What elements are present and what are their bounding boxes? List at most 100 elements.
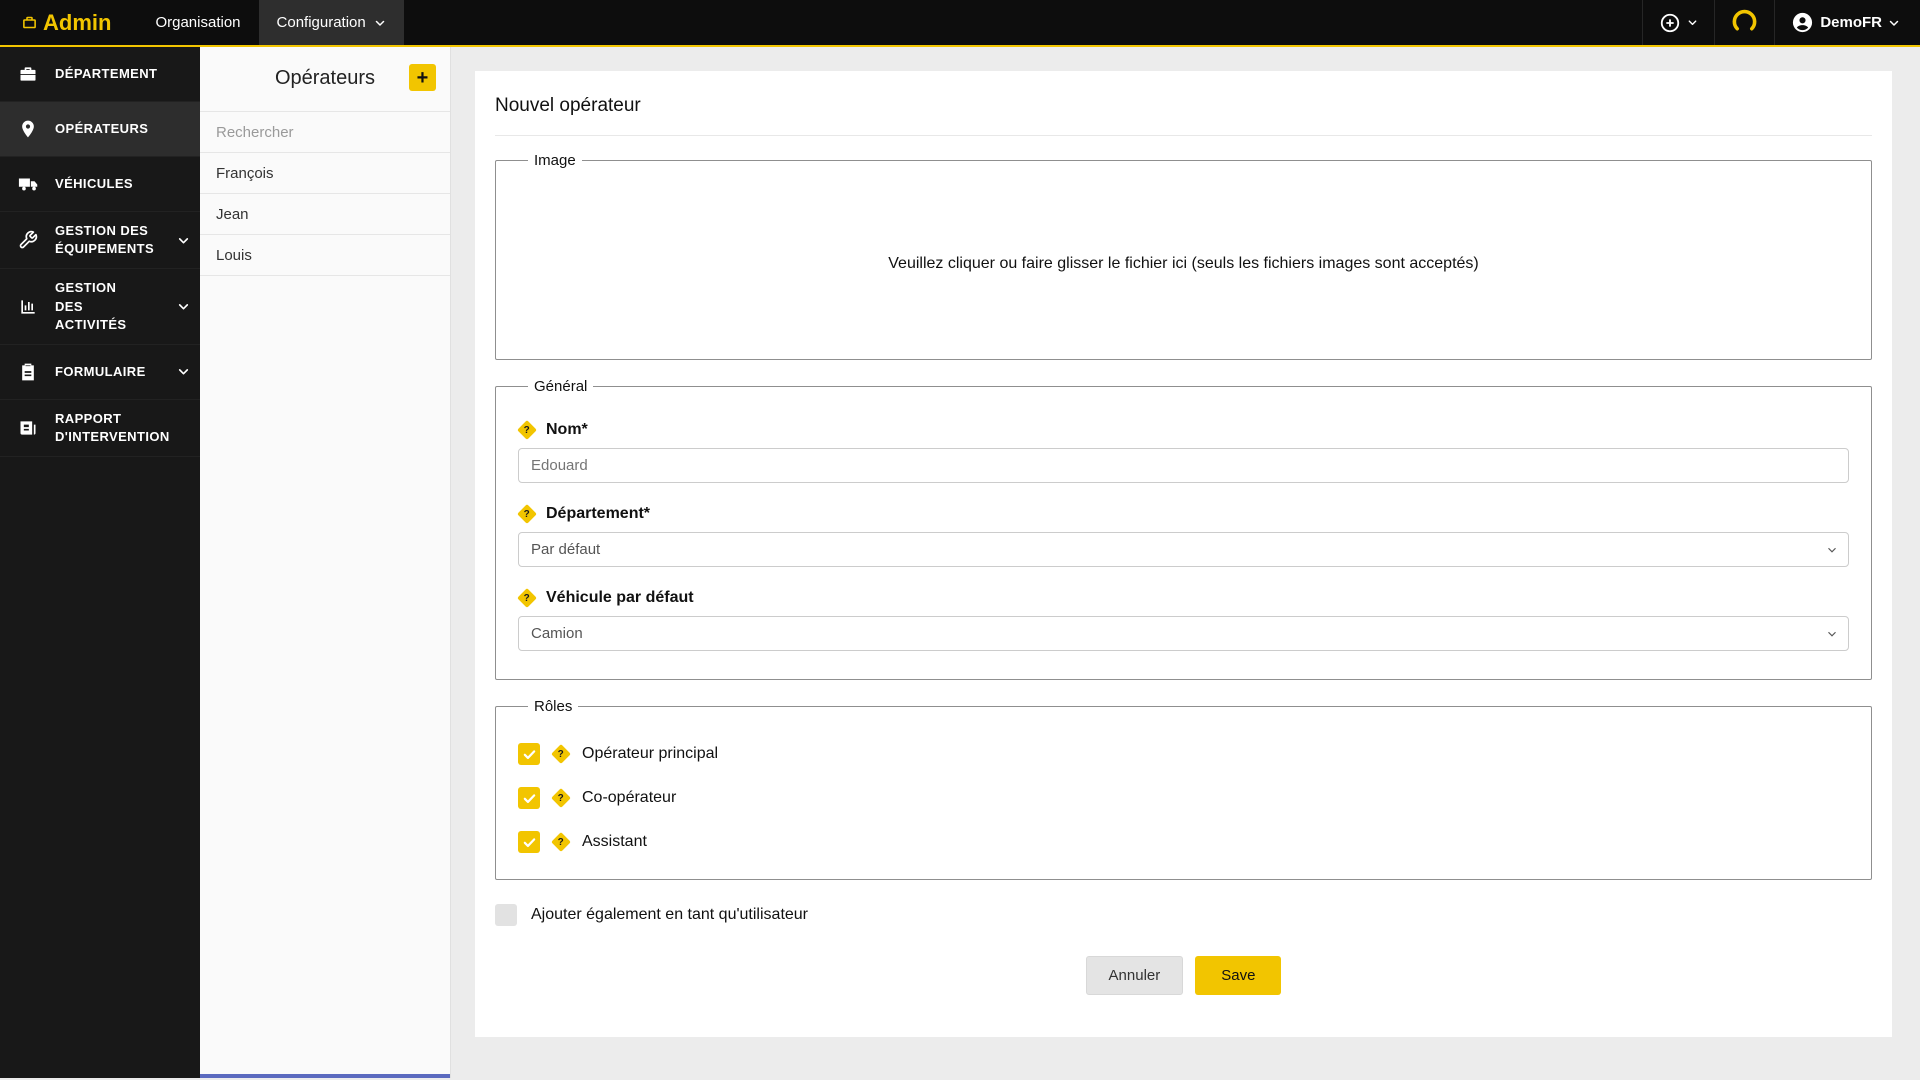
report-icon (18, 418, 42, 438)
horizontal-scrollbar[interactable] (200, 1074, 450, 1078)
sidebar-item-label: OPÉRATEURS (55, 120, 149, 136)
sidebar-item-operateurs[interactable]: OPÉRATEURS (0, 102, 200, 157)
sidebar-item-rapport-intervention[interactable]: RAPPORT D'INTERVENTION (0, 400, 200, 458)
save-button[interactable]: Save (1195, 956, 1282, 995)
add-as-user-row: Ajouter également en tant qu'utilisateur (495, 904, 1872, 926)
chevron-down-icon (374, 17, 386, 29)
help-icon[interactable]: ? (551, 744, 571, 764)
gauge-icon[interactable] (1714, 0, 1774, 45)
menu-item-label: Organisation (155, 14, 241, 31)
app-logo[interactable]: Admin (0, 0, 137, 45)
sidebar-item-gestion-activites[interactable]: GESTION DES ACTIVITÉS (0, 269, 200, 345)
list-item-operator[interactable]: Louis (200, 235, 450, 276)
sidebar: DÉPARTEMENT OPÉRATEURS VÉHICULES GESTION… (0, 47, 200, 1078)
nom-input[interactable] (518, 448, 1849, 483)
sidebar-item-formulaire[interactable]: FORMULAIRE (0, 345, 200, 400)
search-input[interactable] (200, 112, 450, 152)
plus-circle-icon (1659, 12, 1681, 34)
operator-name: Jean (216, 205, 249, 223)
clipboard-icon (18, 362, 42, 382)
field-label-text: Véhicule par défaut (546, 589, 694, 606)
help-icon[interactable]: ? (551, 832, 571, 852)
app-logo-icon (22, 15, 37, 30)
role-checkbox[interactable] (518, 831, 540, 853)
app-logo-text: Admin (43, 9, 112, 35)
role-row-assistant: ? Assistant (518, 831, 1849, 853)
vehicule-select-wrap: Camion (518, 616, 1849, 651)
role-row-co-operateur: ? Co-opérateur (518, 787, 1849, 809)
add-operator-button[interactable]: + (409, 64, 436, 91)
briefcase-icon (18, 64, 42, 84)
panel-header: Opérateurs + (200, 47, 450, 111)
page-title: Nouvel opérateur (495, 95, 1872, 136)
topbar: Admin Organisation Configuration DemoFR (0, 0, 1920, 47)
sidebar-item-label: VÉHICULES (55, 175, 134, 191)
cancel-button[interactable]: Annuler (1085, 956, 1184, 995)
sidebar-item-gestion-equipements[interactable]: GESTION DES ÉQUIPEMENTS (0, 212, 200, 270)
dropzone-text: Veuillez cliquer ou faire glisser le fic… (888, 255, 1479, 272)
image-dropzone[interactable]: Veuillez cliquer ou faire glisser le fic… (518, 185, 1849, 343)
field-departement: ? Département* Par défaut (517, 504, 1849, 567)
general-legend: Général (534, 378, 588, 395)
image-legend: Image (534, 152, 576, 169)
help-icon[interactable]: ? (517, 504, 537, 524)
operator-form-card: Nouvel opérateur Image Veuillez cliquer … (475, 71, 1892, 1037)
field-label-departement: ? Département* (517, 504, 1849, 524)
user-avatar-icon (1791, 11, 1814, 34)
sidebar-item-label: RAPPORT D'INTERVENTION (55, 410, 170, 445)
chevron-down-icon (171, 234, 190, 247)
menu-item-configuration[interactable]: Configuration (258, 0, 404, 45)
roles-section: Rôles ? Opérateur principal ? Co-opérate… (495, 698, 1872, 880)
sidebar-item-label: FORMULAIRE (55, 363, 146, 379)
top-menu: Organisation Configuration (137, 0, 404, 45)
field-label-text: Nom* (546, 421, 588, 438)
roles-legend: Rôles (534, 698, 573, 715)
chevron-down-icon (1888, 17, 1900, 29)
field-vehicule: ? Véhicule par défaut Camion (517, 588, 1849, 651)
role-checkbox[interactable] (518, 787, 540, 809)
role-checkbox[interactable] (518, 743, 540, 765)
list-item-operator[interactable]: Jean (200, 194, 450, 235)
role-label: Assistant (582, 833, 647, 850)
help-icon[interactable]: ? (517, 420, 537, 440)
departement-select-wrap: Par défaut (518, 532, 1849, 567)
field-label-text: Département* (546, 505, 651, 522)
user-menu[interactable]: DemoFR (1774, 0, 1920, 45)
sidebar-item-label: GESTION DES ÉQUIPEMENTS (55, 223, 155, 257)
image-section: Image Veuillez cliquer ou faire glisser … (495, 152, 1872, 360)
field-label-nom: ? Nom* (517, 420, 1849, 440)
main-content: Nouvel opérateur Image Veuillez cliquer … (451, 47, 1920, 1078)
help-icon[interactable]: ? (517, 588, 537, 608)
form-actions: Annuler Save (495, 956, 1872, 995)
menu-item-label: Configuration (276, 14, 366, 31)
user-name: DemoFR (1820, 14, 1882, 31)
departement-select[interactable]: Par défaut (518, 532, 1849, 567)
operators-panel: Opérateurs + François Jean Louis (200, 47, 451, 1078)
map-pin-icon (18, 119, 42, 139)
chevron-down-icon (171, 365, 190, 378)
general-section: Général ? Nom* ? Département* (495, 378, 1872, 680)
search-row (200, 111, 450, 153)
vehicule-select[interactable]: Camion (518, 616, 1849, 651)
wrench-icon (18, 230, 42, 250)
role-label: Co-opérateur (582, 789, 677, 806)
role-label: Opérateur principal (582, 745, 719, 762)
help-icon[interactable]: ? (551, 788, 571, 808)
bar-chart-icon (18, 297, 42, 317)
operator-name: Louis (216, 246, 252, 264)
chevron-down-icon (171, 300, 190, 313)
menu-item-organisation[interactable]: Organisation (137, 0, 258, 45)
add-as-user-label: Ajouter également en tant qu'utilisateur (531, 906, 809, 923)
field-nom: ? Nom* (517, 420, 1849, 483)
operator-name: François (216, 164, 274, 182)
chevron-down-icon (1687, 17, 1698, 28)
sidebar-item-label: GESTION DES ACTIVITÉS (55, 280, 127, 332)
sidebar-item-departement[interactable]: DÉPARTEMENT (0, 47, 200, 102)
topbar-right: DemoFR (1642, 0, 1920, 45)
sidebar-item-vehicules[interactable]: VÉHICULES (0, 157, 200, 212)
add-as-user-checkbox[interactable] (495, 904, 517, 926)
add-menu-button[interactable] (1642, 0, 1714, 45)
list-item-operator[interactable]: François (200, 153, 450, 194)
role-row-operateur-principal: ? Opérateur principal (518, 743, 1849, 765)
sidebar-item-label: DÉPARTEMENT (55, 65, 158, 81)
